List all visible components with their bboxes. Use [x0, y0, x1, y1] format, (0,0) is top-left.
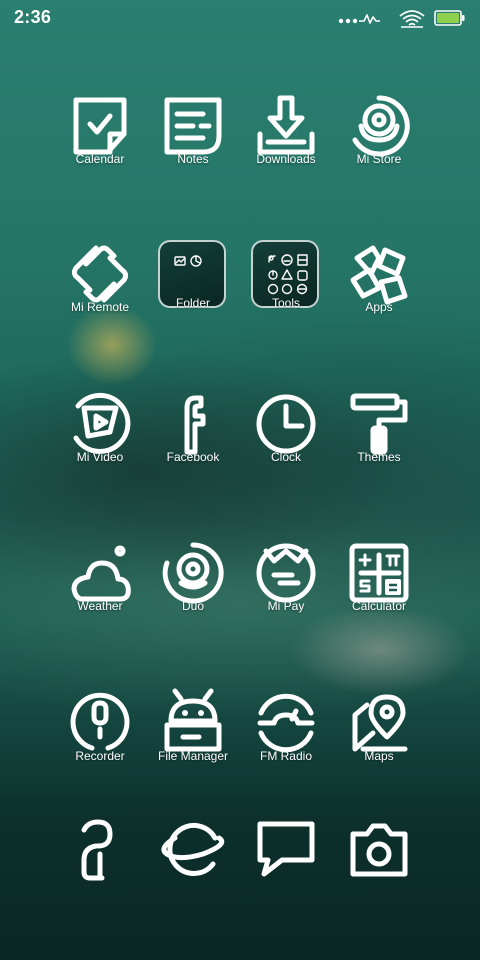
app-mi-remote[interactable]: Mi Remote	[54, 244, 146, 334]
app-label: Maps	[364, 749, 394, 763]
app-duo[interactable]: Duo	[147, 542, 239, 633]
maps-icon	[352, 694, 408, 752]
mi-store-icon	[352, 95, 410, 157]
dock-browser[interactable]	[147, 820, 239, 910]
app-label: Mi Store	[356, 152, 402, 166]
contacts-icon	[81, 819, 113, 881]
tools-folder[interactable]: Tools	[240, 240, 332, 330]
file-manager-icon	[164, 688, 222, 752]
app-maps[interactable]: Maps	[333, 693, 425, 783]
app-clock[interactable]: Clock	[240, 394, 332, 484]
app-label: Calculator	[351, 599, 407, 613]
app-file-manager[interactable]: File Manager	[147, 688, 239, 783]
app-weather[interactable]: Weather	[54, 543, 146, 633]
camera-icon	[350, 823, 408, 877]
app-themes[interactable]: Themes	[333, 393, 425, 484]
dock-camera[interactable]	[333, 820, 425, 910]
signal-dots-icon	[338, 14, 380, 24]
status-icons	[338, 6, 468, 30]
app-facebook[interactable]: Facebook	[147, 394, 239, 484]
paint-roller-icon	[350, 393, 408, 455]
app-mi-store[interactable]: Mi Store	[333, 95, 425, 186]
dock-messages[interactable]	[240, 820, 332, 910]
recorder-icon	[70, 692, 130, 751]
battery-icon	[434, 10, 465, 26]
app-calendar[interactable]: Calendar	[54, 96, 146, 186]
status-time: 2:36	[14, 7, 52, 27]
weather-icon	[71, 545, 131, 602]
app-recorder[interactable]: Recorder	[54, 692, 146, 783]
app-apps[interactable]: Apps	[333, 244, 425, 334]
app-mi-pay[interactable]: Mi Pay	[240, 543, 332, 633]
app-downloads[interactable]: Downloads	[240, 95, 332, 186]
app-calculator[interactable]: Calculator	[333, 543, 425, 633]
status-bar: 2:36	[0, 0, 480, 36]
dock-contacts[interactable]	[54, 819, 146, 910]
wifi-icon	[399, 10, 425, 28]
clock-icon	[256, 394, 316, 454]
duo-icon	[162, 542, 224, 604]
calendar-icon	[73, 97, 127, 155]
mi-video-icon	[73, 392, 131, 454]
facebook-icon	[184, 395, 206, 455]
mi-pay-icon	[256, 543, 316, 603]
fm-radio-icon	[257, 693, 315, 753]
messages-icon	[257, 821, 315, 877]
download-icon	[257, 95, 315, 155]
app-label: Apps	[365, 300, 393, 314]
folder[interactable]: Folder	[147, 240, 239, 330]
browser-icon	[161, 823, 225, 876]
notes-icon	[164, 97, 222, 155]
app-notes[interactable]: Notes	[147, 96, 239, 186]
app-mi-video[interactable]: Mi Video	[54, 392, 146, 484]
mi-remote-icon	[71, 245, 129, 303]
calculator-icon	[349, 543, 409, 603]
apps-icon	[350, 245, 408, 305]
app-fm-radio[interactable]: FM Radio	[240, 693, 332, 783]
app-label: Themes	[357, 450, 401, 464]
